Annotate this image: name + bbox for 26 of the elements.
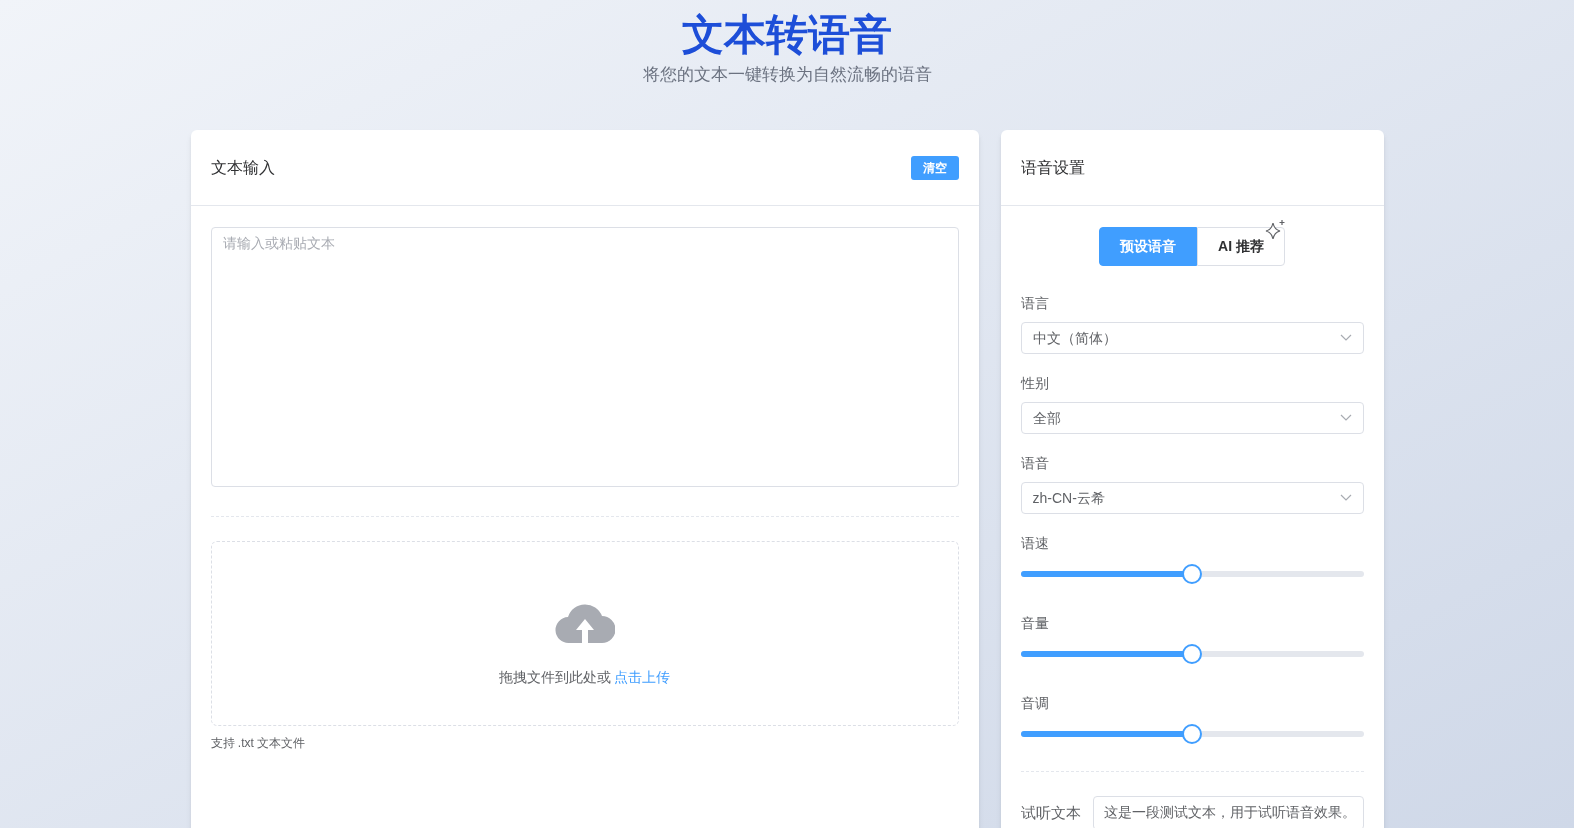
chevron-down-icon	[1339, 414, 1352, 422]
upload-prompt: 拖拽文件到此处或 点击上传	[498, 668, 671, 687]
chevron-down-icon	[1339, 494, 1352, 502]
field-label: 语速	[1020, 534, 1050, 553]
tab[interactable]: AI 推荐	[1197, 227, 1285, 266]
upload-hint: 支持 .txt 文本文件	[210, 735, 307, 752]
card-title: 文本输入	[210, 157, 275, 178]
text-input-field[interactable]: 请输入或粘贴文本	[210, 227, 959, 487]
preview-text-field[interactable]: 这是一段测试文本，用于试听语音效果。	[1092, 796, 1364, 828]
field-label: 性别	[1020, 374, 1050, 393]
select-field[interactable]: 中文（简体）	[1020, 322, 1364, 354]
slider-handle[interactable]	[1182, 564, 1202, 584]
field-label: 音量	[1020, 614, 1050, 633]
page-title: 文本转语音	[682, 10, 892, 60]
select-field[interactable]: 全部	[1020, 402, 1364, 434]
page-subtitle: 将您的文本一键转换为自然流畅的语音	[642, 64, 932, 86]
slider-handle[interactable]	[1182, 644, 1202, 664]
chevron-down-icon	[1339, 334, 1352, 342]
card-title: 语音设置	[1020, 157, 1085, 178]
field-label: 语言	[1020, 294, 1050, 313]
select-field[interactable]: zh-CN-云希	[1020, 482, 1364, 514]
field-label: 音调	[1020, 694, 1050, 713]
slider-handle[interactable]	[1182, 724, 1202, 744]
field-label: 语音	[1020, 454, 1050, 473]
field-label: 试听文本	[1020, 802, 1081, 823]
upload-dropzone[interactable]: 拖拽文件到此处或 点击上传	[210, 541, 959, 726]
